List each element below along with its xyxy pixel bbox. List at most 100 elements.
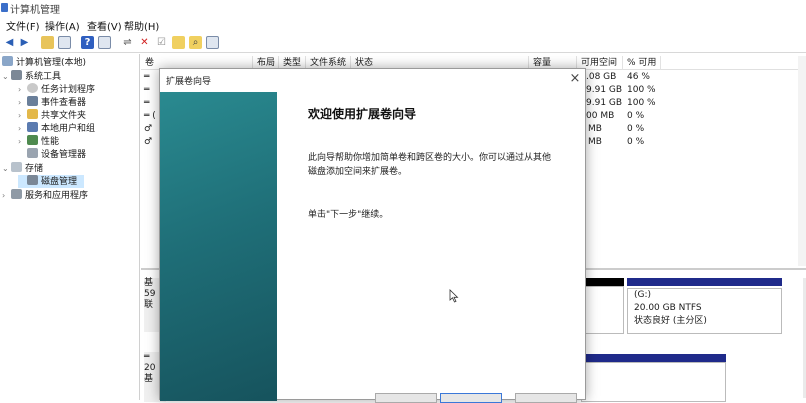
tree-label: 事件查看器 xyxy=(41,98,87,108)
volume-prefix: ═ xyxy=(144,85,150,95)
volume-prefix: ♂ xyxy=(144,124,153,134)
close-icon[interactable]: × xyxy=(568,71,582,86)
menu-help[interactable]: 帮助(H) xyxy=(124,18,159,33)
tree-label: 服务和应用程序 xyxy=(25,191,89,201)
menu-view[interactable]: 查看(V) xyxy=(87,18,122,33)
tree-item-task-scheduler[interactable]: › 任务计划程序 xyxy=(18,83,95,96)
partition-g[interactable]: (G:) 20.00 GB NTFS 状态良好 (主分区) xyxy=(627,288,782,334)
folder-up-icon[interactable] xyxy=(41,36,54,49)
tree-item-local-users[interactable]: › 本地用户和组 xyxy=(18,122,95,135)
column-header-percent-free[interactable]: % 可用 xyxy=(623,56,661,70)
toolbar: ◀ ▶ ? ⇌ ✕ ☑ ⌕ xyxy=(0,33,806,53)
percent-free-cell: 0 % xyxy=(627,137,645,147)
app-icon xyxy=(1,3,8,12)
console-icon[interactable] xyxy=(98,36,111,49)
chevron-right-icon[interactable]: › xyxy=(18,135,27,148)
tree-label: 设备管理器 xyxy=(41,150,87,160)
free-space-cell: 9.91 GB xyxy=(586,85,623,95)
volume-prefix: ═ xyxy=(144,98,150,108)
chevron-right-icon[interactable]: › xyxy=(18,109,27,122)
wizard-banner xyxy=(160,92,277,401)
clock-icon xyxy=(27,83,38,93)
help-icon[interactable]: ? xyxy=(81,36,94,49)
tree-label: 磁盘管理 xyxy=(41,177,78,187)
chevron-down-icon[interactable]: ⌄ xyxy=(2,70,11,83)
window-titlebar: 计算机管理 xyxy=(0,0,806,16)
primary-partition-bar xyxy=(581,354,726,362)
computer-icon xyxy=(2,56,13,66)
back-icon[interactable]: ◀ xyxy=(3,36,16,49)
percent-free-cell: 0 % xyxy=(627,124,645,134)
device-manager-icon xyxy=(27,148,38,158)
cancel-button[interactable] xyxy=(515,393,577,403)
tree-label: 本地用户和组 xyxy=(41,124,96,134)
tree-item-performance[interactable]: › 性能 xyxy=(18,135,59,148)
navigation-tree: 计算机管理(本地) ⌄ 系统工具 › 任务计划程序 › 事件查看器 › 共享文件夹 › 本… xyxy=(0,54,140,400)
tree-item-services[interactable]: › 服务和应用程序 xyxy=(2,189,88,202)
wizard-heading: 欢迎使用扩展卷向导 xyxy=(308,107,417,121)
tree-item-system-tools[interactable]: ⌄ 系统工具 xyxy=(2,70,61,83)
primary-partition-bar xyxy=(627,278,782,286)
chevron-right-icon[interactable]: › xyxy=(2,189,11,202)
volume-prefix: ♂ xyxy=(144,137,153,147)
performance-icon xyxy=(27,135,38,145)
next-button[interactable] xyxy=(440,393,502,403)
percent-free-cell: 100 % xyxy=(627,85,656,95)
tools-icon xyxy=(11,70,22,80)
tree-label: 性能 xyxy=(41,137,60,147)
partition-box[interactable] xyxy=(581,362,726,402)
tree-label: 系统工具 xyxy=(25,72,62,82)
tree-label: 计算机管理(本地) xyxy=(16,58,87,68)
tree-label: 任务计划程序 xyxy=(41,85,96,95)
free-space-cell: 9.91 GB xyxy=(586,98,623,108)
tree-label: 存储 xyxy=(25,164,44,174)
percent-free-cell: 0 % xyxy=(627,111,645,121)
partition-name: (G:) xyxy=(634,290,652,300)
users-icon xyxy=(27,122,38,132)
chevron-right-icon[interactable]: › xyxy=(18,83,27,96)
export-icon[interactable] xyxy=(172,36,185,49)
services-icon xyxy=(11,189,22,199)
connect-icon[interactable]: ⇌ xyxy=(121,36,134,49)
chevron-right-icon[interactable]: › xyxy=(18,96,27,109)
search-icon[interactable]: ⌕ xyxy=(189,36,202,49)
free-space-cell: MB xyxy=(588,137,602,147)
extend-volume-wizard: 扩展卷向导 × 欢迎使用扩展卷向导 此向导帮助你增加简单卷和跨区卷的大小。你可以… xyxy=(159,68,586,403)
partition-size: 20.00 GB NTFS xyxy=(634,303,702,313)
properties-icon[interactable] xyxy=(58,36,71,49)
list-icon[interactable] xyxy=(206,36,219,49)
wizard-description: 此向导帮助你增加简单卷和跨区卷的大小。你可以通过从其他磁盘添加空间来扩展卷。 xyxy=(308,153,552,177)
wizard-next-hint: 单击"下一步"继续。 xyxy=(308,210,389,220)
percent-free-cell: 100 % xyxy=(627,98,656,108)
tree-item-event-viewer[interactable]: › 事件查看器 xyxy=(18,96,86,109)
storage-icon xyxy=(11,162,22,172)
partition-status: 状态良好 (主分区) xyxy=(634,316,707,326)
free-space-cell: .08 GB xyxy=(586,72,617,82)
tree-item-disk-management[interactable]: 磁盘管理 xyxy=(18,175,84,188)
menu-file[interactable]: 文件(F) xyxy=(6,18,40,33)
menu-bar: 文件(F) 操作(A) 查看(V) 帮助(H) xyxy=(0,16,806,33)
delete-icon[interactable]: ✕ xyxy=(138,36,151,49)
check-icon[interactable]: ☑ xyxy=(155,36,168,49)
tree-item-device-manager[interactable]: 设备管理器 xyxy=(18,148,86,161)
chevron-right-icon[interactable]: › xyxy=(18,122,27,135)
tree-label: 共享文件夹 xyxy=(41,111,87,121)
tree-item-shared-folders[interactable]: › 共享文件夹 xyxy=(18,109,86,122)
event-log-icon xyxy=(27,96,38,106)
disk-icon xyxy=(27,175,38,185)
window-title: 计算机管理 xyxy=(10,5,60,16)
free-space-cell: 00 MB xyxy=(586,111,615,121)
menu-action[interactable]: 操作(A) xyxy=(45,18,80,33)
tree-item-root[interactable]: 计算机管理(本地) xyxy=(2,56,86,69)
volume-prefix: ═ ( xyxy=(144,111,156,121)
back-button[interactable] xyxy=(375,393,437,403)
volume-prefix: ═ xyxy=(144,72,150,82)
free-space-cell: MB xyxy=(588,124,602,134)
mouse-cursor-icon xyxy=(449,289,459,303)
tree-item-storage[interactable]: ⌄ 存储 xyxy=(2,162,43,175)
forward-icon[interactable]: ▶ xyxy=(18,36,31,49)
unallocated-partition[interactable] xyxy=(581,286,624,334)
unallocated-bar xyxy=(581,278,624,286)
chevron-down-icon[interactable]: ⌄ xyxy=(2,162,11,175)
volume-list-scrollbar[interactable] xyxy=(798,56,806,266)
